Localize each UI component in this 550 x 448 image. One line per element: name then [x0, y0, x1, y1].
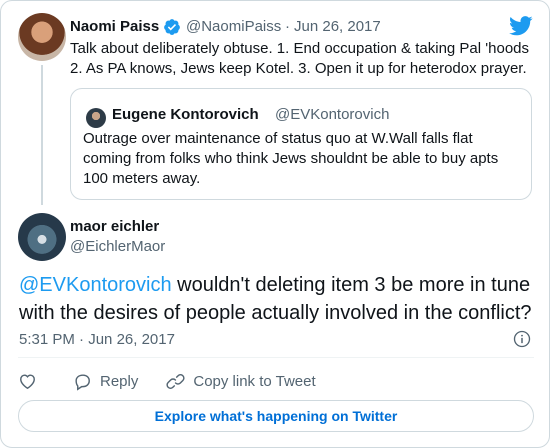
main-tweet-text: @EVKontorovich wouldn't deleting item 3 … — [19, 271, 539, 327]
link-icon — [166, 373, 185, 389]
quoted-text-line-3: 100 meters away. — [83, 170, 201, 187]
parent-text-line-1: Talk about deliberately obtuse. 1. End o… — [70, 40, 530, 57]
copy-link-label: Copy link to Tweet — [193, 372, 316, 390]
thread-connector-line — [41, 65, 43, 205]
main-text-line-2: with the desires of people actually invo… — [19, 302, 532, 324]
copy-link-button[interactable]: Copy link to Tweet — [166, 372, 316, 391]
reply-button[interactable]: Reply — [73, 372, 138, 391]
quoted-author-handle: @EVKontorovich — [275, 106, 390, 123]
parent-tweet-text: Talk about deliberately obtuse. 1. End o… — [70, 39, 540, 79]
tweet-time: 5:31 PM — [19, 331, 75, 348]
quoted-tweet-text: Outrage over maintenance of status quo a… — [83, 129, 523, 189]
parent-author-name[interactable]: Naomi Paiss — [70, 18, 159, 35]
heart-icon — [20, 373, 35, 389]
tweet-actions-bar: Reply Copy link to Tweet — [18, 369, 344, 393]
reply-icon — [75, 373, 90, 391]
timestamp-separator-dot: · — [79, 331, 85, 348]
quoted-author-name: Eugene Kontorovich — [112, 106, 259, 123]
parent-text-line-2: 2. As PA knows, Jews keep Kotel. 3. Open… — [70, 60, 527, 77]
parent-separator-dot: · — [285, 18, 290, 35]
avatar-eugene-kontorovich — [86, 108, 106, 128]
quoted-tweet-card[interactable]: Eugene Kontorovich @EVKontorovich Outrag… — [70, 88, 532, 200]
main-text-line-1-rest: wouldn't deleting item 3 be more in tune — [171, 274, 531, 296]
parent-author-handle[interactable]: @NaomiPaiss — [186, 18, 281, 35]
explore-twitter-button[interactable]: Explore what's happening on Twitter — [18, 400, 534, 432]
twitter-bird-logo-icon[interactable] — [509, 16, 533, 36]
avatar-naomi-paiss[interactable] — [18, 13, 66, 61]
avatar-maor-eichler[interactable] — [18, 213, 66, 261]
divider-above-actions — [18, 357, 534, 358]
quoted-text-line-1: Outrage over maintenance of status quo a… — [83, 130, 473, 147]
main-author-name[interactable]: maor eichler — [70, 218, 159, 235]
tweet-timestamp[interactable]: 5:31 PM · Jun 26, 2017 — [19, 331, 175, 348]
tweet-date: Jun 26, 2017 — [88, 331, 175, 348]
like-button[interactable] — [18, 372, 45, 391]
verified-badge-icon — [164, 19, 180, 35]
embedded-tweet-card: Naomi Paiss @NaomiPaiss · Jun 26, 2017 T… — [0, 0, 550, 448]
mention-link[interactable]: @EVKontorovich — [19, 274, 172, 296]
info-icon[interactable] — [513, 330, 531, 348]
quoted-text-line-2: coming from folks who think Jews shouldn… — [83, 150, 499, 167]
parent-tweet-date[interactable]: Jun 26, 2017 — [294, 18, 381, 35]
main-text-line-1: @EVKontorovich wouldn't deleting item 3 … — [19, 271, 539, 299]
reply-label: Reply — [100, 372, 139, 390]
main-author-handle[interactable]: @EichlerMaor — [70, 238, 165, 255]
